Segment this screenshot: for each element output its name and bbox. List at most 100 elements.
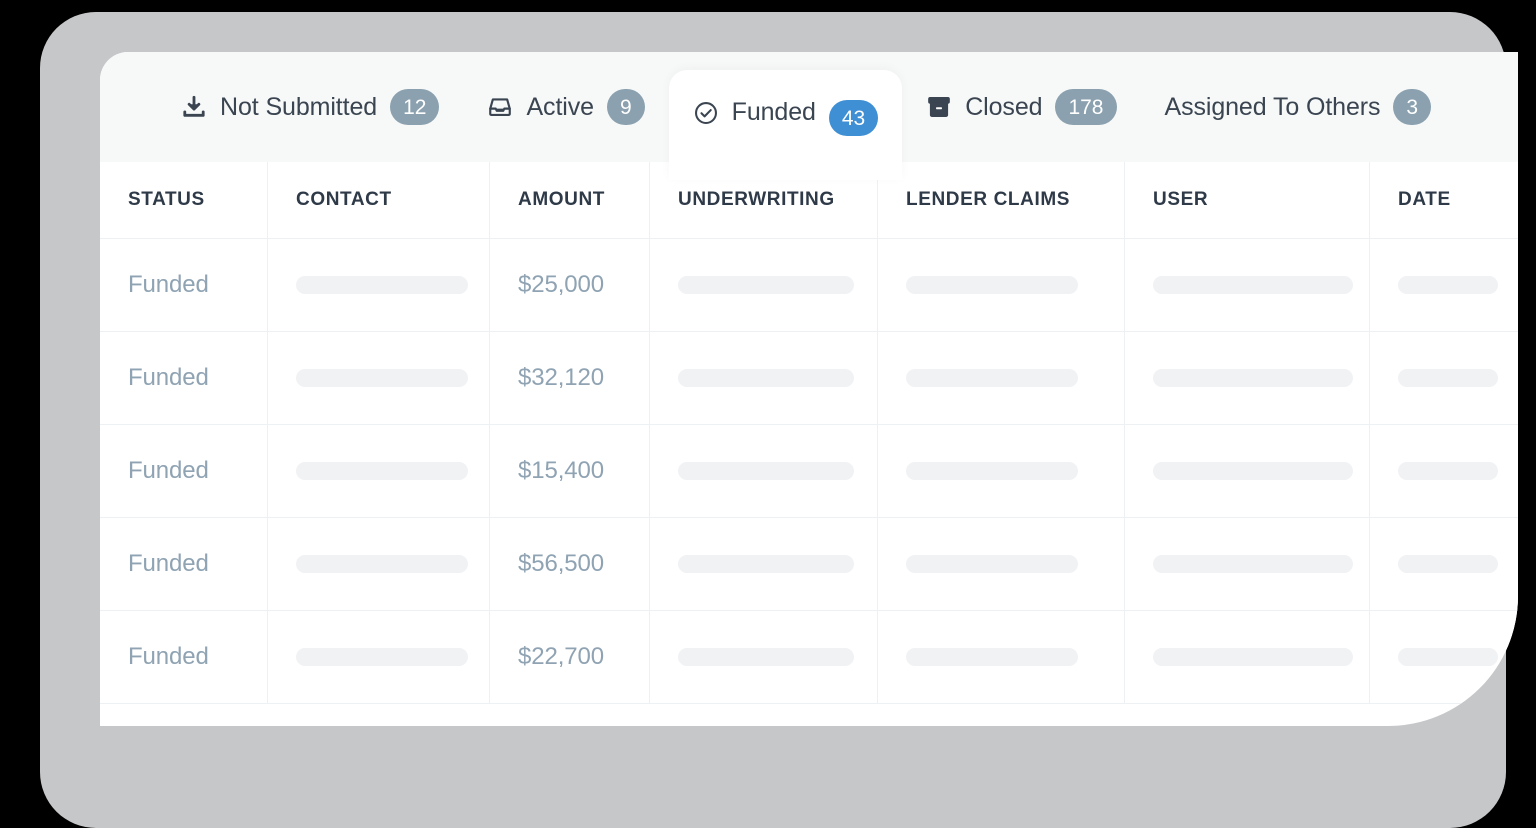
user-placeholder (1153, 369, 1353, 387)
underwriting-placeholder (678, 276, 854, 294)
cell-underwriting (650, 332, 878, 424)
cell-date (1370, 425, 1518, 517)
column-header-date[interactable]: DATE (1370, 162, 1518, 238)
cell-amount: $32,120 (490, 332, 650, 424)
cell-amount: $15,400 (490, 425, 650, 517)
cell-user (1125, 611, 1370, 703)
lender-claims-placeholder (906, 462, 1078, 480)
contact-placeholder (296, 555, 468, 573)
tab-label: Funded (731, 98, 816, 126)
underwriting-placeholder (678, 555, 854, 573)
table-row[interactable]: Funded $25,000 (100, 239, 1518, 332)
cell-lender-claims (878, 332, 1125, 424)
cell-lender-claims (878, 611, 1125, 703)
tab-closed[interactable]: Closed 178 (902, 52, 1140, 162)
column-header-user[interactable]: USER (1125, 162, 1370, 238)
tab-count-badge: 43 (828, 100, 879, 136)
underwriting-placeholder (678, 648, 854, 666)
cell-date (1370, 611, 1518, 703)
table-body: Funded $25,000 Funded $32,120 Funded $15,400 F… (100, 239, 1518, 704)
tab-label: Assigned To Others (1164, 92, 1381, 121)
cell-underwriting (650, 239, 878, 331)
tab-count-badge: 178 (1055, 89, 1117, 125)
cell-status: Funded (100, 425, 268, 517)
column-header-label: USER (1153, 189, 1209, 210)
cell-status: Funded (100, 332, 268, 424)
column-header-amount[interactable]: AMOUNT (490, 162, 650, 238)
device-bezel: Not Submitted 12 Active 9 Funded 43 Closed 178 A… (40, 12, 1518, 828)
date-placeholder (1398, 369, 1498, 387)
status-badge: Funded (128, 643, 209, 670)
table-row[interactable]: Funded $56,500 (100, 518, 1518, 611)
tab-not-submitted[interactable]: Not Submitted 12 (157, 52, 463, 162)
cell-amount: $56,500 (490, 518, 650, 610)
table-row[interactable]: Funded $15,400 (100, 425, 1518, 518)
lender-claims-placeholder (906, 648, 1078, 666)
cell-underwriting (650, 611, 878, 703)
tab-active[interactable]: Active 9 (463, 52, 668, 162)
lender-claims-placeholder (906, 276, 1078, 294)
cell-user (1125, 332, 1370, 424)
cell-date (1370, 518, 1518, 610)
date-placeholder (1398, 276, 1498, 294)
date-placeholder (1398, 462, 1498, 480)
cell-amount: $25,000 (490, 239, 650, 331)
column-header-label: CONTACT (296, 189, 392, 210)
amount-value: $25,000 (518, 271, 605, 298)
status-badge: Funded (128, 364, 209, 391)
cell-amount: $22,700 (490, 611, 650, 703)
download-tray-icon (181, 94, 207, 120)
underwriting-placeholder (678, 462, 854, 480)
lender-claims-placeholder (906, 555, 1078, 573)
cell-contact (268, 611, 490, 703)
column-header-contact[interactable]: CONTACT (268, 162, 490, 238)
column-header-status[interactable]: STATUS (100, 162, 268, 238)
app-panel: Not Submitted 12 Active 9 Funded 43 Closed 178 A… (100, 52, 1518, 726)
check-circle-icon (693, 100, 719, 126)
column-header-lender[interactable]: LENDER CLAIMS (878, 162, 1125, 238)
cell-status: Funded (100, 611, 268, 703)
status-badge: Funded (128, 457, 209, 484)
status-badge: Funded (128, 550, 209, 577)
tab-label: Closed (965, 92, 1043, 121)
cell-status: Funded (100, 518, 268, 610)
cell-underwriting (650, 425, 878, 517)
cell-contact (268, 518, 490, 610)
records-table: STATUS CONTACT AMOUNT UNDERWRITING LENDER CL… (100, 162, 1518, 704)
table-row[interactable]: Funded $22,700 (100, 611, 1518, 704)
lender-claims-placeholder (906, 369, 1078, 387)
cell-user (1125, 425, 1370, 517)
user-placeholder (1153, 648, 1353, 666)
cell-user (1125, 518, 1370, 610)
cell-lender-claims (878, 518, 1125, 610)
date-placeholder (1398, 648, 1498, 666)
archive-box-icon (926, 94, 952, 120)
column-header-label: LENDER CLAIMS (906, 189, 1071, 210)
column-header-label: UNDERWRITING (678, 189, 835, 210)
user-placeholder (1153, 462, 1353, 480)
tab-bar: Not Submitted 12 Active 9 Funded 43 Closed 178 A… (100, 52, 1518, 180)
column-header-label: AMOUNT (518, 189, 605, 210)
tab-count-badge: 3 (1393, 89, 1432, 125)
cell-user (1125, 239, 1370, 331)
cell-date (1370, 332, 1518, 424)
contact-placeholder (296, 369, 468, 387)
tab-assigned-to-others[interactable]: Assigned To Others 3 (1141, 52, 1456, 162)
user-placeholder (1153, 555, 1353, 573)
contact-placeholder (296, 276, 468, 294)
cell-lender-claims (878, 239, 1125, 331)
column-header-label: DATE (1398, 189, 1451, 210)
amount-value: $32,120 (518, 364, 605, 391)
table-row[interactable]: Funded $32,120 (100, 332, 1518, 425)
tab-funded[interactable]: Funded 43 (668, 70, 903, 180)
amount-value: $15,400 (518, 457, 605, 484)
column-header-label: STATUS (128, 189, 205, 210)
contact-placeholder (296, 462, 468, 480)
status-badge: Funded (128, 271, 209, 298)
contact-placeholder (296, 648, 468, 666)
tab-count-badge: 9 (606, 89, 645, 125)
tab-label: Not Submitted (220, 92, 378, 121)
tab-label: Active (526, 92, 594, 121)
cell-contact (268, 425, 490, 517)
cell-contact (268, 239, 490, 331)
